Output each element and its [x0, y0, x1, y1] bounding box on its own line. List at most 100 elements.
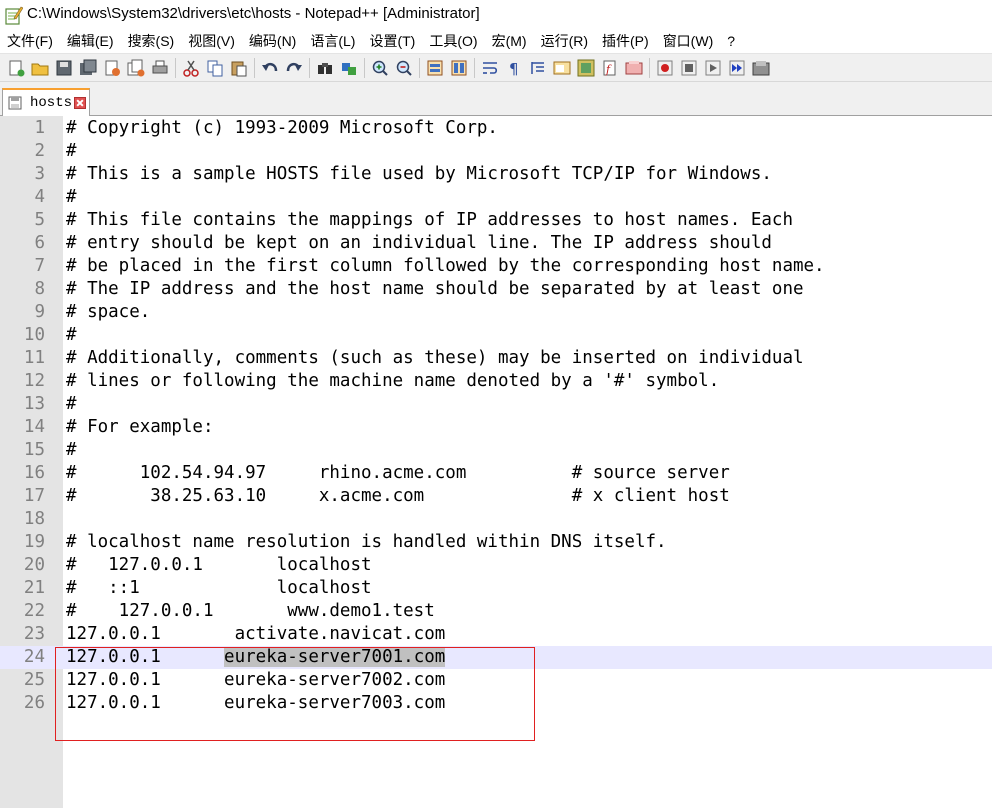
menu-item-7[interactable]: 工具(O): [422, 30, 484, 53]
line-text: # localhost name resolution is handled w…: [66, 532, 667, 552]
line-text: # Copyright (c) 1993-2009 Microsoft Corp…: [66, 118, 498, 138]
menu-item-0[interactable]: 文件(F): [0, 30, 60, 53]
copy-icon: [207, 60, 223, 76]
close-button[interactable]: [102, 58, 122, 78]
code-line[interactable]: 19 # localhost name resolution is handled…: [0, 531, 992, 554]
code-line[interactable]: 7 # be placed in the first column followe…: [0, 255, 992, 278]
code-line[interactable]: 2 #: [0, 140, 992, 163]
zoom-in-button[interactable]: [370, 58, 390, 78]
close-all-button[interactable]: [126, 58, 146, 78]
save-button[interactable]: [54, 58, 74, 78]
code-line[interactable]: 18: [0, 508, 992, 531]
line-number: 15: [23, 440, 45, 460]
doc-map-button[interactable]: [552, 58, 572, 78]
code-line[interactable]: 20 # 127.0.0.1 localhost: [0, 554, 992, 577]
code-line[interactable]: 22 # 127.0.0.1 www.demo1.test: [0, 600, 992, 623]
line-text: # entry should be kept on an individual …: [66, 233, 772, 253]
menu-item-12[interactable]: ?: [720, 30, 742, 53]
menu-item-9[interactable]: 运行(R): [534, 30, 595, 53]
line-number: 8: [34, 279, 45, 299]
folder-workspace-icon: f: [603, 60, 616, 76]
line-text: #: [66, 440, 77, 460]
cut-button[interactable]: [181, 58, 201, 78]
line-number: 16: [23, 463, 45, 483]
code-line[interactable]: 6 # entry should be kept on an individual…: [0, 232, 992, 255]
open-file-button[interactable]: [30, 58, 50, 78]
indent-guide-button[interactable]: [528, 58, 548, 78]
code-line[interactable]: 11 # Additionally, comments (such as thes…: [0, 347, 992, 370]
code-line[interactable]: 5 # This file contains the mappings of IP…: [0, 209, 992, 232]
menu-item-1[interactable]: 编辑(E): [60, 30, 121, 53]
code-line[interactable]: 14 # For example:: [0, 416, 992, 439]
save-all-icon: [80, 59, 97, 75]
folder-workspace-button[interactable]: f: [600, 58, 620, 78]
code-line[interactable]: 21 # ::1 localhost: [0, 577, 992, 600]
new-file-button[interactable]: [6, 58, 26, 78]
zoom-out-button[interactable]: [394, 58, 414, 78]
line-text: # ::1 localhost: [66, 578, 372, 598]
zoom-in-icon: [372, 60, 388, 76]
line-text: # Additionally, comments (such as these)…: [66, 348, 804, 368]
menu-item-2[interactable]: 搜索(S): [121, 30, 182, 53]
zoom-out-icon: [396, 60, 412, 76]
cut-icon: [183, 60, 199, 77]
indent-guide-icon: [531, 61, 544, 74]
copy-button[interactable]: [205, 58, 225, 78]
code-line[interactable]: 16 # 102.54.94.97 rhino.acme.com # source…: [0, 462, 992, 485]
toolbar: ¶ f: [0, 53, 992, 82]
code-line[interactable]: 4 #: [0, 186, 992, 209]
tab-hosts[interactable]: hosts: [2, 88, 90, 116]
paste-button[interactable]: [229, 58, 249, 78]
code-line[interactable]: 13 #: [0, 393, 992, 416]
code-line[interactable]: 26 127.0.0.1 eureka-server7003.com: [0, 692, 992, 715]
undo-button[interactable]: [260, 58, 280, 78]
code-line[interactable]: 17 # 38.25.63.10 x.acme.com # x client ho…: [0, 485, 992, 508]
code-line[interactable]: 24 127.0.0.1 eureka-server7001.com: [0, 646, 992, 669]
line-text: #: [66, 394, 77, 414]
menu-item-10[interactable]: 插件(P): [595, 30, 656, 53]
code-line[interactable]: 15 #: [0, 439, 992, 462]
menu-item-4[interactable]: 编码(N): [242, 30, 303, 53]
code-line[interactable]: 12 # lines or following the machine name …: [0, 370, 992, 393]
find-button[interactable]: [315, 58, 335, 78]
play-macro-button[interactable]: [703, 58, 723, 78]
menu-item-3[interactable]: 视图(V): [181, 30, 242, 53]
stop-macro-button[interactable]: [679, 58, 699, 78]
menu-item-8[interactable]: 宏(M): [485, 30, 534, 53]
save-all-button[interactable]: [78, 58, 98, 78]
sync-vertical-button[interactable]: [425, 58, 445, 78]
code-line[interactable]: 1 # Copyright (c) 1993-2009 Microsoft Cor…: [0, 117, 992, 140]
doc-map-icon: [553, 61, 571, 74]
code-line[interactable]: 8 # The IP address and the host name shou…: [0, 278, 992, 301]
code-line[interactable]: 10 #: [0, 324, 992, 347]
sync-horizontal-button[interactable]: [449, 58, 469, 78]
menu-item-6[interactable]: 设置(T): [362, 30, 422, 53]
monitor-button[interactable]: [624, 58, 644, 78]
tab-bar: hosts: [0, 82, 992, 116]
code-line[interactable]: 25 127.0.0.1 eureka-server7002.com: [0, 669, 992, 692]
redo-button[interactable]: [284, 58, 304, 78]
code-line[interactable]: 3 # This is a sample HOSTS file used by M…: [0, 163, 992, 186]
print-button[interactable]: [150, 58, 170, 78]
show-all-chars-button[interactable]: ¶: [504, 58, 524, 78]
word-wrap-button[interactable]: [480, 58, 500, 78]
replace-button[interactable]: [339, 58, 359, 78]
save-macro-button[interactable]: [751, 58, 771, 78]
line-number: 5: [34, 210, 45, 230]
function-list-button[interactable]: [576, 58, 596, 78]
tab-close-icon[interactable]: [74, 97, 87, 109]
record-macro-icon: [657, 60, 673, 75]
line-text: # This is a sample HOSTS file used by Mi…: [66, 164, 772, 184]
menu-item-11[interactable]: 窗口(W): [656, 30, 721, 53]
selected-text[interactable]: eureka-server7001.com: [224, 647, 446, 667]
line-text: 127.0.0.1 eureka-server7002.com: [66, 670, 446, 690]
run-macro-multiple-button[interactable]: [727, 58, 747, 78]
code-line[interactable]: 23 127.0.0.1 activate.navicat.com: [0, 623, 992, 646]
editor[interactable]: 1 # Copyright (c) 1993-2009 Microsoft Cor…: [0, 116, 992, 808]
close-icon: [105, 60, 120, 76]
code-line[interactable]: 9 # space.: [0, 301, 992, 324]
line-number: 6: [34, 233, 45, 253]
line-text: # 127.0.0.1 www.demo1.test: [66, 601, 435, 621]
menu-item-5[interactable]: 语言(L): [303, 30, 362, 53]
record-macro-button[interactable]: [655, 58, 675, 78]
